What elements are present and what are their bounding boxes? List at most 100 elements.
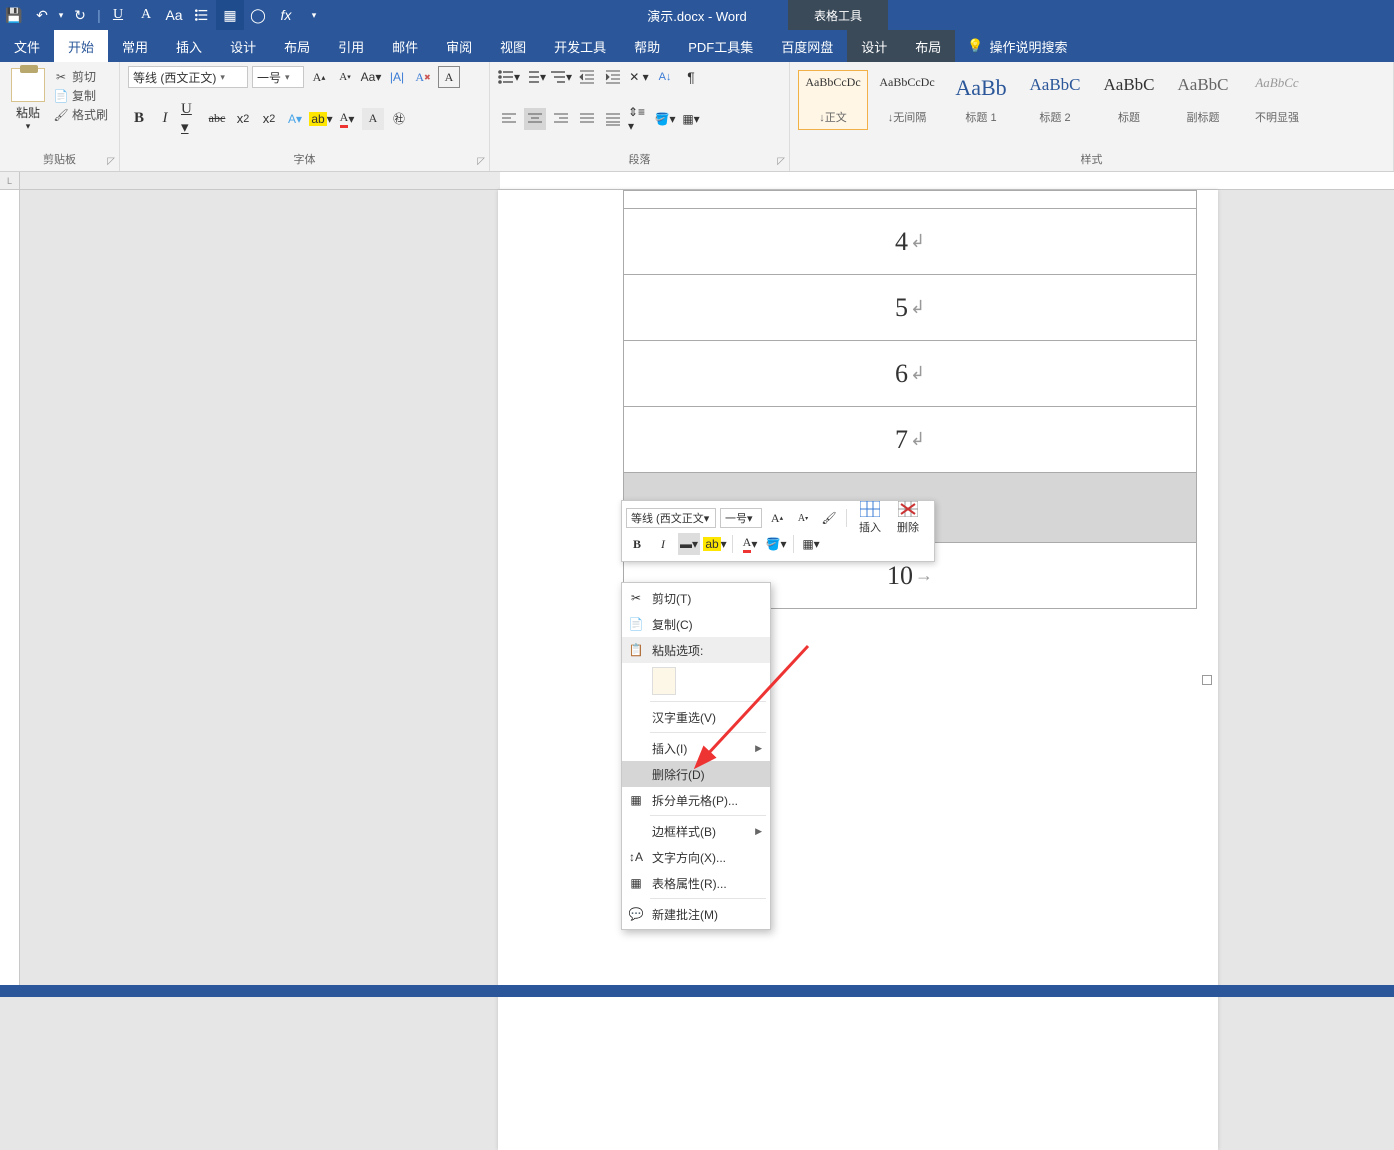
table-row[interactable]: 4↲ — [624, 209, 1197, 275]
enclose-char-button[interactable]: ㊓ — [388, 108, 410, 130]
tab-design[interactable]: 设计 — [216, 30, 270, 62]
style-nospacing[interactable]: AaBbCcDc↓无间隔 — [872, 70, 942, 130]
table-row[interactable]: 5↲ — [624, 275, 1197, 341]
format-painter-button[interactable]: 🖌格式刷 — [54, 106, 108, 123]
copy-button[interactable]: 📄复制 — [54, 87, 108, 104]
qa-undo-dd[interactable]: ▾ — [56, 0, 66, 30]
shrink-font-button[interactable]: A▾ — [334, 66, 356, 88]
styles-gallery[interactable]: AaBbCcDc↓正文 AaBbCcDc↓无间隔 AaBb标题 1 AaBbC标… — [798, 66, 1385, 130]
table-row[interactable]: 7↲ — [624, 407, 1197, 473]
qa-save[interactable]: 💾 — [0, 0, 28, 30]
font-launcher[interactable]: ◸ — [477, 156, 485, 167]
qa-align-icon[interactable]: ▦ — [216, 0, 244, 30]
tab-baidu[interactable]: 百度网盘 — [767, 30, 847, 62]
tell-me-search[interactable]: 💡 操作说明搜索 — [955, 30, 1079, 62]
style-heading1[interactable]: AaBb标题 1 — [946, 70, 1016, 130]
align-center-button[interactable] — [524, 108, 546, 130]
mini-italic[interactable]: I — [652, 533, 674, 555]
ctx-table-props[interactable]: ▦表格属性(R)... — [622, 870, 770, 896]
sort-button[interactable]: A↓ — [654, 66, 676, 88]
ctx-insert[interactable]: 插入(I)▶ — [622, 735, 770, 761]
qa-more-dd[interactable]: ▾ — [300, 0, 328, 30]
strike-button[interactable]: abc — [206, 108, 228, 130]
mini-insert-button[interactable]: 插入 — [853, 501, 887, 535]
tab-file[interactable]: 文件 — [0, 30, 54, 62]
cut-button[interactable]: ✂剪切 — [54, 68, 108, 85]
tab-pdf[interactable]: PDF工具集 — [674, 30, 767, 62]
ctx-cut[interactable]: ✂剪切(T) — [622, 585, 770, 611]
multilevel-button[interactable]: ▾ — [550, 66, 572, 88]
ctx-split-cells[interactable]: ▦拆分单元格(P)... — [622, 787, 770, 813]
paste-button[interactable]: 粘贴 ▾ — [8, 66, 48, 132]
superscript-button[interactable]: x2 — [258, 108, 280, 130]
tab-layout[interactable]: 布局 — [270, 30, 324, 62]
italic-button[interactable]: I — [154, 108, 176, 130]
mini-delete-button[interactable]: 删除 — [891, 501, 925, 535]
qa-undo[interactable]: ↶ — [28, 0, 56, 30]
style-title[interactable]: AaBbC标题 — [1094, 70, 1164, 130]
mini-bold[interactable]: B — [626, 533, 648, 555]
line-spacing-button[interactable]: ⇕≡ ▾ — [628, 108, 650, 130]
font-size-combo[interactable]: 一号▾ — [252, 66, 304, 88]
tab-table-layout[interactable]: 布局 — [901, 30, 955, 62]
tab-table-design[interactable]: 设计 — [847, 30, 901, 62]
increase-indent-button[interactable] — [602, 66, 624, 88]
mini-borders[interactable]: ▦▾ — [800, 533, 822, 555]
text-effects-button[interactable]: A▾ — [284, 108, 306, 130]
numbering-button[interactable]: ▾ — [524, 66, 546, 88]
borders-button[interactable]: ▦▾ — [680, 108, 702, 130]
clipboard-launcher[interactable]: ◸ — [107, 156, 115, 167]
bold-button[interactable]: B — [128, 108, 150, 130]
shading-button[interactable]: 🪣▾ — [654, 108, 676, 130]
align-left-button[interactable] — [498, 108, 520, 130]
ctx-copy[interactable]: 📄复制(C) — [622, 611, 770, 637]
tab-common[interactable]: 常用 — [108, 30, 162, 62]
ctx-delete-row[interactable]: 删除行(D) — [622, 761, 770, 787]
tab-home[interactable]: 开始 — [54, 30, 108, 62]
tab-review[interactable]: 审阅 — [432, 30, 486, 62]
phonetic-guide-button[interactable]: |A| — [386, 66, 408, 88]
distributed-button[interactable] — [602, 108, 624, 130]
mini-grow-font[interactable]: A▴ — [766, 507, 788, 529]
ctx-border-style[interactable]: 边框样式(B)▶ — [622, 818, 770, 844]
font-name-combo[interactable]: 等线 (西文正文)▾ — [128, 66, 248, 88]
char-border-button[interactable]: A — [438, 66, 460, 88]
tab-mailings[interactable]: 邮件 — [378, 30, 432, 62]
mini-fill[interactable]: 🪣▾ — [765, 533, 787, 555]
highlight-button[interactable]: ab▾ — [310, 108, 332, 130]
style-normal[interactable]: AaBbCcDc↓正文 — [798, 70, 868, 130]
mini-highlight[interactable]: ab▾ — [704, 533, 726, 555]
ctx-new-comment[interactable]: 💬新建批注(M) — [622, 901, 770, 927]
table-row[interactable] — [624, 191, 1197, 209]
paste-option-keep[interactable] — [652, 667, 676, 695]
table-row[interactable]: 6↲ — [624, 341, 1197, 407]
qa-circle-icon[interactable]: ◯ — [244, 0, 272, 30]
ctx-ime[interactable]: 汉字重选(V) — [622, 704, 770, 730]
ruler-horizontal[interactable] — [20, 172, 1394, 190]
qa-list-icon[interactable] — [188, 0, 216, 30]
font-color-button[interactable]: A▾ — [336, 108, 358, 130]
char-shading-button[interactable]: A — [362, 108, 384, 130]
tab-devtools[interactable]: 开发工具 — [540, 30, 620, 62]
mini-size-combo[interactable]: 一号 ▾ — [720, 508, 762, 528]
tab-view[interactable]: 视图 — [486, 30, 540, 62]
change-case-button[interactable]: Aa▾ — [360, 66, 382, 88]
style-heading2[interactable]: AaBbC标题 2 — [1020, 70, 1090, 130]
mini-font-color[interactable]: A▾ — [739, 533, 761, 555]
show-marks-button[interactable]: ¶ — [680, 66, 702, 88]
align-right-button[interactable] — [550, 108, 572, 130]
tab-help[interactable]: 帮助 — [620, 30, 674, 62]
mini-format-painter[interactable]: 🖌 — [818, 507, 840, 529]
tab-references[interactable]: 引用 — [324, 30, 378, 62]
ruler-vertical[interactable] — [0, 190, 20, 997]
qa-fontcolor-icon[interactable]: A — [132, 0, 160, 30]
qa-fx-icon[interactable]: fx — [272, 0, 300, 30]
table-resize-handle[interactable] — [1202, 675, 1212, 685]
mini-shading[interactable]: ▬▾ — [678, 533, 700, 555]
asian-layout-button[interactable]: ✕ ▾ — [628, 66, 650, 88]
qa-underline-icon[interactable]: U — [104, 0, 132, 30]
underline-button[interactable]: U ▾ — [180, 108, 202, 130]
bullets-button[interactable]: ▾ — [498, 66, 520, 88]
clear-format-button[interactable]: A✖ — [412, 66, 434, 88]
mini-shrink-font[interactable]: A▾ — [792, 507, 814, 529]
